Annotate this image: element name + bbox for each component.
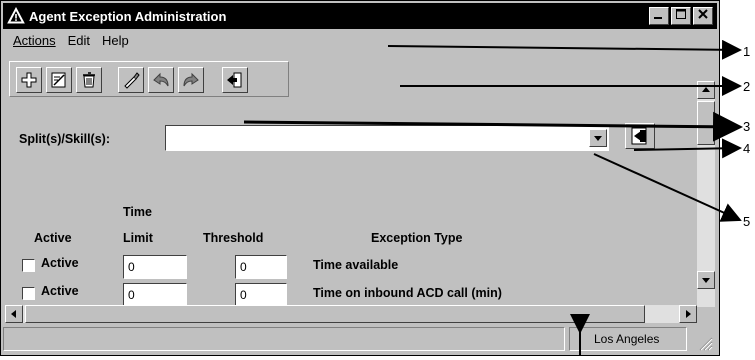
callout-line-4 <box>633 138 742 159</box>
callout-5: 5 <box>743 214 751 229</box>
callout-2: 2 <box>743 79 751 94</box>
callout-line-1 <box>387 39 742 60</box>
callout-arrows <box>243 39 743 356</box>
callout-3: 3 <box>743 119 751 134</box>
callout-4: 4 <box>743 141 751 156</box>
callout-1: 1 <box>743 44 751 59</box>
callout-line-5 <box>593 153 742 222</box>
callout-line-3 <box>243 111 743 142</box>
